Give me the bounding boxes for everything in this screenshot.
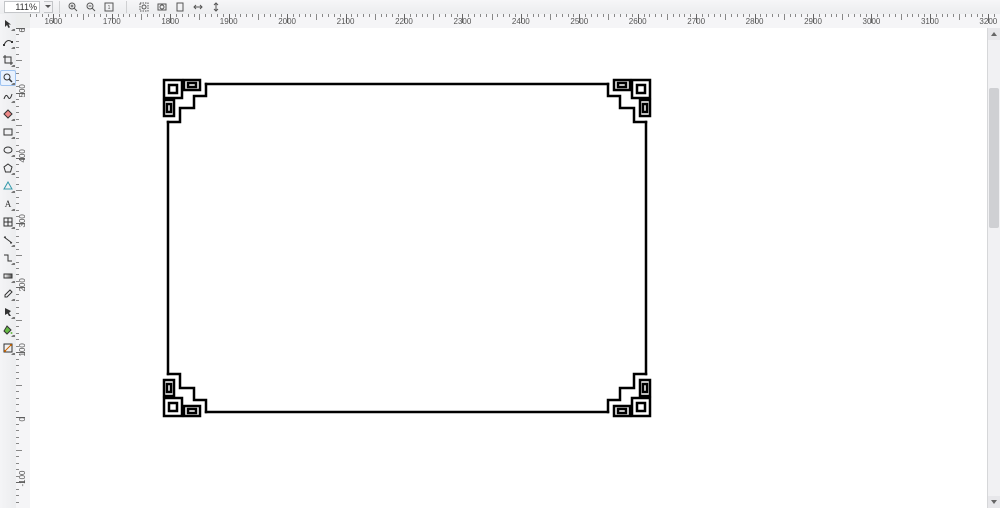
shape-tool-icon[interactable] <box>0 34 16 50</box>
zoom-fit-icon[interactable] <box>155 1 169 13</box>
ruler-h-label: 3200 <box>979 17 997 26</box>
toolbox: A <box>0 14 17 508</box>
ruler-v-label: 400 <box>18 149 27 162</box>
zoom-height-icon[interactable] <box>209 1 223 13</box>
interactive-fill-tool-icon[interactable] <box>0 340 16 356</box>
ruler-h-label: 3000 <box>863 17 881 26</box>
ruler-v-label: -100 <box>18 471 27 487</box>
zoom-out-icon[interactable] <box>84 1 98 13</box>
ruler-v-label: 0 <box>18 417 27 421</box>
zoom-actual-icon[interactable]: 1 <box>102 1 116 13</box>
ruler-h-label: 2600 <box>629 17 647 26</box>
vertical-ruler[interactable]: 600 500 400 300 200 100 0 -100 <box>16 28 31 508</box>
ruler-h-label: 2900 <box>804 17 822 26</box>
ruler-v-label: 500 <box>18 84 27 97</box>
text-tool-icon[interactable]: A <box>0 196 16 212</box>
ruler-v-label: 600 <box>18 28 27 33</box>
ruler-origin-corner[interactable] <box>16 14 31 29</box>
ruler-h-label: 2800 <box>746 17 764 26</box>
zoom-level-dropdown[interactable] <box>44 1 53 13</box>
outline-tool-icon[interactable] <box>0 304 16 320</box>
ruler-h-label: 2400 <box>512 17 530 26</box>
scroll-thumb[interactable] <box>989 88 999 228</box>
view-zoom-toolbar: 111% 1 <box>0 0 1000 15</box>
ruler-h-label: 1600 <box>44 17 62 26</box>
vertical-scrollbar[interactable] <box>987 28 1000 508</box>
ruler-h-label: 1900 <box>220 17 238 26</box>
ruler-h-label: 2200 <box>395 17 413 26</box>
eyedropper-tool-icon[interactable] <box>0 286 16 302</box>
zoom-tool-icon[interactable] <box>0 70 16 86</box>
zoom-width-icon[interactable] <box>191 1 205 13</box>
zoom-selection-icon[interactable] <box>137 1 151 13</box>
scroll-down-button[interactable] <box>988 496 1000 508</box>
connector-tool-icon[interactable] <box>0 250 16 266</box>
zoom-level-control[interactable]: 111% <box>4 1 53 13</box>
ruler-h-label: 2700 <box>687 17 705 26</box>
rectangle-tool-icon[interactable] <box>0 124 16 140</box>
polygon-tool-icon[interactable] <box>0 160 16 176</box>
interactive-effects-tool-icon[interactable] <box>0 268 16 284</box>
basic-shapes-tool-icon[interactable] <box>0 178 16 194</box>
ruler-h-label: 1800 <box>161 17 179 26</box>
ellipse-tool-icon[interactable] <box>0 142 16 158</box>
zoom-page-icon[interactable] <box>173 1 187 13</box>
svg-text:1: 1 <box>108 5 111 11</box>
toolbar-separator <box>59 1 60 13</box>
pick-tool-icon[interactable] <box>0 16 16 32</box>
zoom-in-icon[interactable] <box>66 1 80 13</box>
ruler-v-label: 100 <box>18 343 27 356</box>
scroll-up-button[interactable] <box>988 28 1000 40</box>
fill-tool-icon[interactable] <box>0 322 16 338</box>
toolbar-separator <box>126 1 127 13</box>
ruler-h-label: 2000 <box>278 17 296 26</box>
ruler-v-label: 200 <box>18 279 27 292</box>
ruler-h-label: 3100 <box>921 17 939 26</box>
frame-artwork[interactable] <box>162 78 652 418</box>
horizontal-ruler[interactable]: 1600 1700 1800 1900 2000 2100 2200 2300 2400 2500… <box>30 14 1000 29</box>
ruler-h-label: 2100 <box>337 17 355 26</box>
ruler-h-label: 1700 <box>103 17 121 26</box>
drawing-canvas[interactable] <box>30 28 988 508</box>
dimension-tool-icon[interactable] <box>0 232 16 248</box>
ruler-h-label: 2300 <box>454 17 472 26</box>
ruler-v-label: 300 <box>18 214 27 227</box>
crop-tool-icon[interactable] <box>0 52 16 68</box>
zoom-level-field[interactable]: 111% <box>4 1 40 13</box>
ruler-h-label: 2500 <box>570 17 588 26</box>
table-tool-icon[interactable] <box>0 214 16 230</box>
smart-fill-tool-icon[interactable] <box>0 106 16 122</box>
freehand-tool-icon[interactable] <box>0 88 16 104</box>
